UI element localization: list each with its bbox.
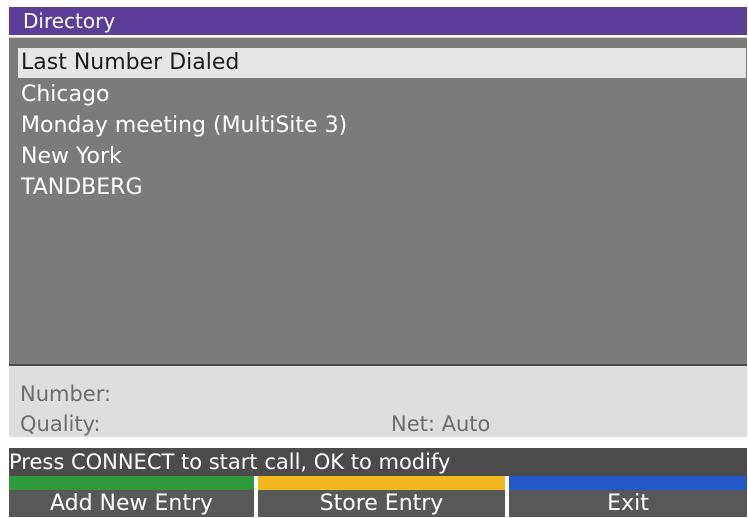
list-item-new-york[interactable]: New York — [9, 142, 737, 172]
exit-label: Exit — [607, 491, 649, 516]
directory-list-panel: Last Number Dialed Chicago Monday meetin… — [9, 37, 747, 364]
store-entry-button[interactable]: Store Entry — [258, 476, 505, 517]
list-item-monday-meeting[interactable]: Monday meeting (MultiSite 3) — [9, 111, 737, 141]
green-key-indicator — [9, 476, 254, 490]
blue-key-indicator — [509, 476, 747, 490]
add-new-entry-button[interactable]: Add New Entry — [9, 476, 254, 517]
yellow-key-indicator — [258, 476, 505, 490]
softkey-bar: Add New Entry Store Entry Exit — [9, 476, 747, 517]
add-new-entry-label: Add New Entry — [49, 491, 214, 516]
list-item-tandberg[interactable]: TANDBERG — [9, 173, 737, 203]
window-title: Directory — [9, 7, 747, 36]
quality-label: Quality: — [20, 412, 101, 436]
status-message: Press CONNECT to start call, OK to modif… — [9, 448, 747, 476]
list-item-chicago[interactable]: Chicago — [9, 80, 737, 110]
store-entry-label: Store Entry — [319, 491, 444, 516]
list-item-last-number-dialed[interactable]: Last Number Dialed — [18, 48, 746, 78]
directory-screen: Directory Last Number Dialed Chicago Mon… — [0, 0, 748, 517]
number-label: Number: — [20, 382, 112, 406]
net-label: Net: Auto — [391, 412, 491, 436]
exit-button[interactable]: Exit — [509, 476, 747, 517]
entry-details-panel: Number: Quality: Net: Auto — [9, 366, 747, 437]
